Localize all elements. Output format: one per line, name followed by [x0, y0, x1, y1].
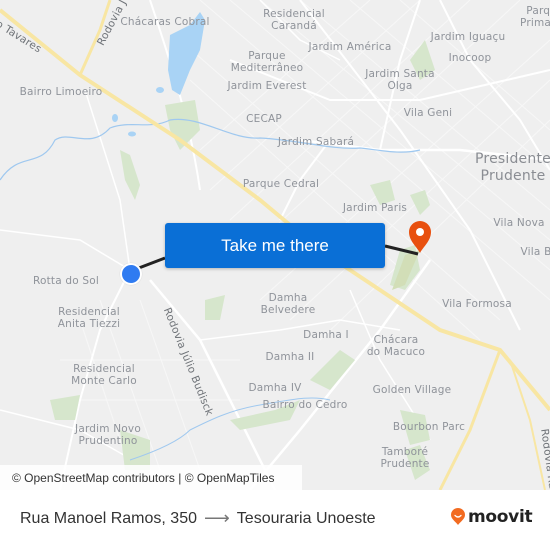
map-label: Damha IV	[248, 382, 302, 394]
map-label: Inocoop	[448, 52, 492, 64]
map-label: Golden Village	[372, 384, 452, 396]
city-label: Presidente Prudente	[475, 151, 550, 184]
footer: Rua Manoel Ramos, 350 ⟶ Tesouraria Unoes…	[0, 490, 550, 550]
map-attribution[interactable]: © OpenStreetMap contributors | © OpenMap…	[0, 465, 302, 490]
map-label: CECAP	[246, 113, 282, 125]
map-label: Bairro do Cedro	[262, 399, 348, 411]
map-label: Jardim Sabará	[277, 136, 355, 148]
origin-name: Rua Manoel Ramos, 350	[20, 509, 197, 527]
arrow-right-icon: ⟶	[203, 508, 230, 528]
destination-pin-icon[interactable]	[407, 220, 433, 254]
map-label: Bairro Limoeiro	[19, 86, 103, 98]
map-label: Damha II	[265, 351, 315, 363]
attribution-text[interactable]: © OpenStreetMap contributors | © OpenMap…	[12, 471, 274, 485]
map[interactable]: Chácaras Cobral Residencial Carandá Jard…	[0, 0, 550, 490]
map-label: Damha Belvedere	[260, 292, 316, 316]
map-label: Jardim Paris	[342, 202, 408, 214]
map-label: Jardim América	[308, 41, 392, 53]
map-label: Residencial Carandá	[263, 8, 325, 32]
map-label: Residencial Anita Tiezzi	[57, 306, 121, 330]
moovit-pin-icon	[451, 508, 465, 525]
take-me-there-button[interactable]: Take me there	[165, 223, 385, 268]
route-summary: Rua Manoel Ramos, 350 ⟶ Tesouraria Unoes…	[20, 508, 376, 529]
map-label: Tamboré Prudente	[380, 446, 430, 470]
map-label: Residencial Monte Carlo	[71, 363, 137, 387]
map-label: Parque Primavera	[520, 5, 550, 29]
map-label: Parque Cedral	[242, 178, 320, 190]
map-label: Parque Mediterrâneo	[230, 50, 304, 74]
map-label: Rotta do Sol	[32, 275, 100, 287]
map-label: Vila Nova	[493, 217, 545, 229]
map-label: Vila Formosa	[442, 298, 512, 310]
map-label: Jardim Iguaçu	[430, 31, 506, 43]
origin-dot-icon[interactable]	[120, 263, 142, 285]
map-label: Bourbon Parc	[392, 421, 466, 433]
map-label: Chácaras Cobral	[120, 16, 210, 28]
map-label: Jardim Santa Olga	[365, 68, 435, 92]
moovit-wordmark: moovit	[468, 507, 533, 527]
map-label: Vila Geni	[403, 107, 453, 119]
map-label: Chácara do Macuco	[366, 334, 426, 358]
map-label: Jardim Novo Prudentino	[75, 423, 141, 447]
destination-name: Tesouraria Unoeste	[236, 509, 376, 527]
map-label: Damha I	[303, 329, 349, 341]
map-label: Vila B	[520, 246, 550, 258]
map-label: Jardim Everest	[227, 80, 307, 92]
moovit-logo[interactable]: moovit	[450, 507, 533, 527]
